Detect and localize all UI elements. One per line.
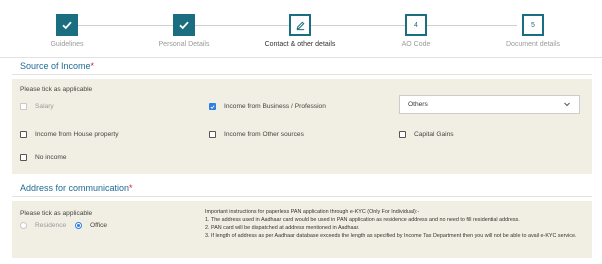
instruction-item: 1. The address used in Aadhaar card woul…	[205, 217, 520, 223]
business-income-label: Income from Business / Profession	[224, 103, 326, 110]
salary-checkbox[interactable]: Salary	[20, 103, 54, 110]
required-mark: *	[129, 183, 133, 193]
income-hint: Please tick as applicable	[20, 86, 93, 93]
step-number-marker: 5	[522, 14, 544, 36]
checkbox-box[interactable]	[399, 131, 406, 138]
business-type-select[interactable]: Others	[399, 95, 580, 114]
check-icon	[62, 21, 72, 30]
step-done-marker	[173, 14, 195, 36]
step-number-marker: 4	[405, 14, 427, 36]
ekyc-instructions: Important instructions for paperless PAN…	[205, 208, 585, 240]
divider	[0, 57, 602, 58]
step-label: Personal Details	[158, 41, 210, 48]
section-title-income: Source of Income*	[20, 61, 94, 71]
step-label: Guidelines	[50, 41, 84, 48]
section-title-text: Address for communication	[20, 183, 130, 193]
other-sources-checkbox[interactable]: Income from Other sources	[209, 131, 304, 138]
checkbox-box[interactable]	[209, 131, 216, 138]
checkbox-box[interactable]	[20, 103, 27, 110]
progress-stepper: Guidelines Personal Details Contact & ot…	[0, 0, 602, 56]
radio-circle[interactable]	[75, 222, 82, 229]
step-personal-details[interactable]: Personal Details	[124, 14, 244, 48]
house-property-checkbox[interactable]: Income from House property	[20, 131, 119, 138]
step-current-marker	[289, 14, 311, 36]
check-icon	[179, 21, 189, 30]
step-label: AO Code	[401, 41, 431, 48]
step-label: Contact & other details	[264, 41, 336, 48]
step-contact-details[interactable]: Contact & other details	[240, 14, 360, 48]
salary-label: Salary	[35, 103, 54, 110]
no-income-checkbox[interactable]: No income	[20, 154, 67, 161]
checkbox-box[interactable]	[20, 131, 27, 138]
step-document-details[interactable]: 5 Document details	[473, 14, 593, 48]
capital-gains-checkbox[interactable]: Capital Gains	[399, 131, 454, 138]
radio-circle[interactable]	[20, 222, 27, 229]
instruction-item: 2. PAN card will be dispatched at addres…	[205, 225, 360, 231]
residence-label: Residence	[35, 222, 67, 229]
instruction-item: 3. If length of address as per Aadhaar d…	[205, 233, 577, 239]
required-mark: *	[90, 61, 95, 71]
step-guidelines[interactable]: Guidelines	[7, 14, 127, 48]
divider	[12, 196, 592, 197]
select-value: Others	[408, 101, 428, 108]
office-radio[interactable]: Office	[75, 222, 107, 229]
other-sources-label: Income from Other sources	[224, 131, 304, 138]
office-label: Office	[90, 222, 108, 229]
house-property-label: Income from House property	[35, 131, 119, 138]
section-title-address: Address for communication*	[20, 183, 133, 193]
chevron-down-icon	[564, 102, 570, 107]
step-done-marker	[56, 14, 78, 36]
step-label: Document details	[505, 41, 561, 48]
divider	[12, 74, 592, 75]
checkbox-box[interactable]	[209, 103, 216, 110]
section-title-text: Source of Income	[20, 61, 91, 71]
no-income-label: No income	[35, 154, 67, 161]
business-income-checkbox[interactable]: Income from Business / Profession	[209, 103, 326, 110]
checkbox-box[interactable]	[20, 154, 27, 161]
instructions-heading: Important instructions for paperless PAN…	[205, 209, 420, 215]
pencil-icon	[296, 21, 304, 30]
income-panel	[12, 79, 592, 174]
address-hint: Please tick as applicable	[20, 210, 93, 217]
checkmark-icon	[210, 104, 215, 109]
step-ao-code[interactable]: 4 AO Code	[356, 14, 476, 48]
residence-radio[interactable]: Residence	[20, 222, 66, 229]
capital-gains-label: Capital Gains	[414, 131, 454, 138]
